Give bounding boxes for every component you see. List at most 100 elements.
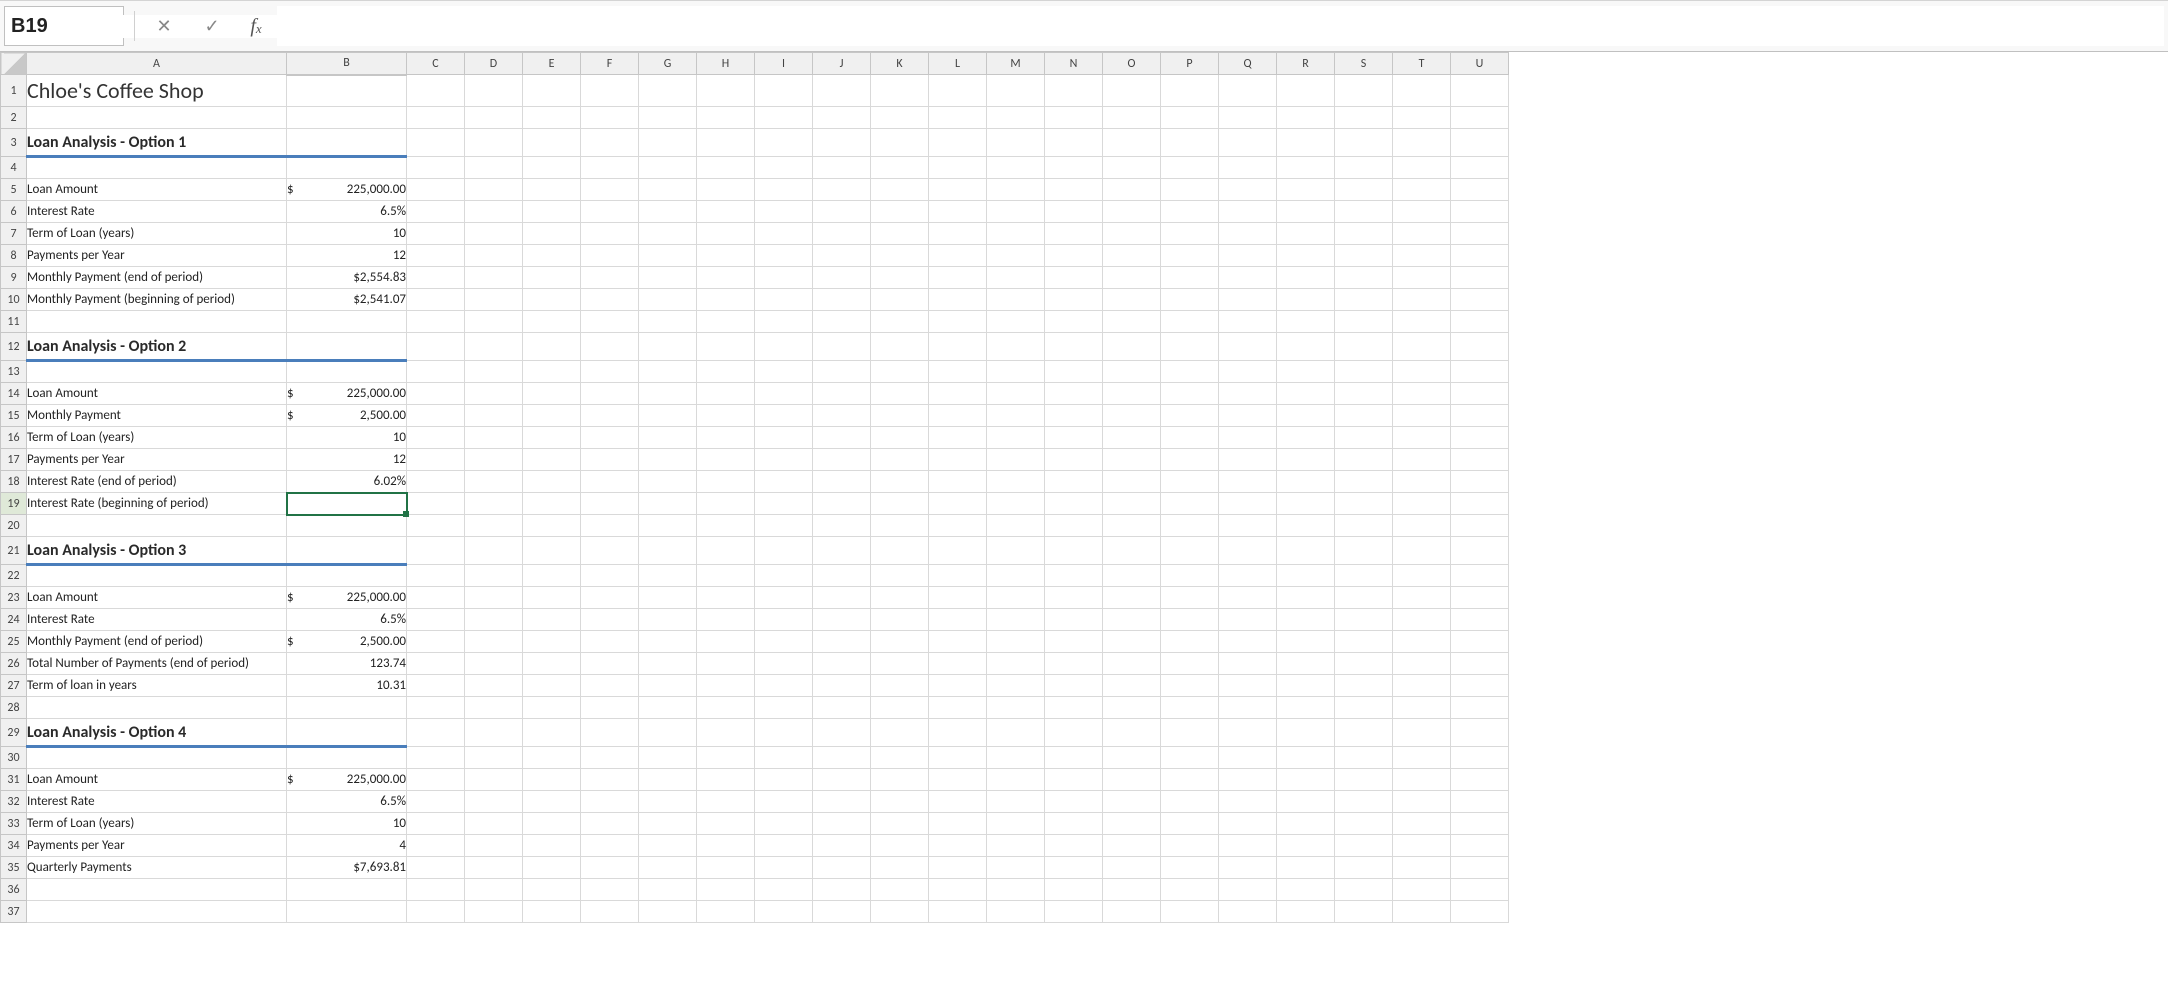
cell-Q5[interactable] <box>1219 179 1277 201</box>
cell-K14[interactable] <box>871 383 929 405</box>
cell-N31[interactable] <box>1045 769 1103 791</box>
cell-D33[interactable] <box>465 813 523 835</box>
row-header[interactable]: 29 <box>1 719 27 747</box>
cell-M34[interactable] <box>987 835 1045 857</box>
cell-S26[interactable] <box>1335 653 1393 675</box>
cell-K9[interactable] <box>871 267 929 289</box>
cell-G6[interactable] <box>639 201 697 223</box>
cell-I19[interactable] <box>755 493 813 515</box>
cell-G17[interactable] <box>639 449 697 471</box>
cell-I35[interactable] <box>755 857 813 879</box>
row-header[interactable]: 27 <box>1 675 27 697</box>
cell-N17[interactable] <box>1045 449 1103 471</box>
cell-Q27[interactable] <box>1219 675 1277 697</box>
cell-J12[interactable] <box>813 333 871 361</box>
name-box-container[interactable]: ▴ ▾ <box>4 6 124 46</box>
cell-H6[interactable] <box>697 201 755 223</box>
cell-H4[interactable] <box>697 157 755 179</box>
cell-U6[interactable] <box>1451 201 1509 223</box>
cell-Q3[interactable] <box>1219 129 1277 157</box>
cell-M2[interactable] <box>987 107 1045 129</box>
cell-O2[interactable] <box>1103 107 1161 129</box>
cell-K35[interactable] <box>871 857 929 879</box>
cell-R24[interactable] <box>1277 609 1335 631</box>
row-header[interactable]: 10 <box>1 289 27 311</box>
cell-T4[interactable] <box>1393 157 1451 179</box>
row-header[interactable]: 2 <box>1 107 27 129</box>
cell-C34[interactable] <box>407 835 465 857</box>
cell-F35[interactable] <box>581 857 639 879</box>
cell-R32[interactable] <box>1277 791 1335 813</box>
cell-M18[interactable] <box>987 471 1045 493</box>
cell-N3[interactable] <box>1045 129 1103 157</box>
cell-D28[interactable] <box>465 697 523 719</box>
cell-Q2[interactable] <box>1219 107 1277 129</box>
cell-O10[interactable] <box>1103 289 1161 311</box>
cell-I11[interactable] <box>755 311 813 333</box>
cell-B17[interactable]: 12 <box>287 449 407 471</box>
cell-F23[interactable] <box>581 587 639 609</box>
cell-L23[interactable] <box>929 587 987 609</box>
cell-U27[interactable] <box>1451 675 1509 697</box>
cell-Q10[interactable] <box>1219 289 1277 311</box>
cell-N12[interactable] <box>1045 333 1103 361</box>
cell-K32[interactable] <box>871 791 929 813</box>
row-header[interactable]: 4 <box>1 157 27 179</box>
cell-G37[interactable] <box>639 901 697 923</box>
cell-N11[interactable] <box>1045 311 1103 333</box>
cell-J21[interactable] <box>813 537 871 565</box>
cell-F1[interactable] <box>581 75 639 107</box>
row-header[interactable]: 34 <box>1 835 27 857</box>
cell-L14[interactable] <box>929 383 987 405</box>
cell-C21[interactable] <box>407 537 465 565</box>
cell-A6[interactable]: Interest Rate <box>27 201 287 223</box>
cell-O35[interactable] <box>1103 857 1161 879</box>
cell-P23[interactable] <box>1161 587 1219 609</box>
cell-T18[interactable] <box>1393 471 1451 493</box>
cell-A21[interactable]: Loan Analysis - Option 3 <box>27 537 287 565</box>
cell-U16[interactable] <box>1451 427 1509 449</box>
cell-G32[interactable] <box>639 791 697 813</box>
cell-O24[interactable] <box>1103 609 1161 631</box>
cell-D32[interactable] <box>465 791 523 813</box>
row-header[interactable]: 3 <box>1 129 27 157</box>
cell-R20[interactable] <box>1277 515 1335 537</box>
cell-J11[interactable] <box>813 311 871 333</box>
cell-B1[interactable] <box>287 75 407 107</box>
cell-R1[interactable] <box>1277 75 1335 107</box>
cell-Q22[interactable] <box>1219 565 1277 587</box>
cell-K11[interactable] <box>871 311 929 333</box>
cell-A27[interactable]: Term of loan in years <box>27 675 287 697</box>
cell-A24[interactable]: Interest Rate <box>27 609 287 631</box>
cell-H8[interactable] <box>697 245 755 267</box>
cell-F9[interactable] <box>581 267 639 289</box>
cell-P15[interactable] <box>1161 405 1219 427</box>
cell-A13[interactable] <box>27 361 287 383</box>
cell-L35[interactable] <box>929 857 987 879</box>
cell-F22[interactable] <box>581 565 639 587</box>
cell-K23[interactable] <box>871 587 929 609</box>
cell-A15[interactable]: Monthly Payment <box>27 405 287 427</box>
cell-E8[interactable] <box>523 245 581 267</box>
cell-E19[interactable] <box>523 493 581 515</box>
cell-C23[interactable] <box>407 587 465 609</box>
cell-K6[interactable] <box>871 201 929 223</box>
cell-I24[interactable] <box>755 609 813 631</box>
cell-G12[interactable] <box>639 333 697 361</box>
cell-A18[interactable]: Interest Rate (end of period) <box>27 471 287 493</box>
cell-J36[interactable] <box>813 879 871 901</box>
cell-T24[interactable] <box>1393 609 1451 631</box>
cell-S4[interactable] <box>1335 157 1393 179</box>
cell-C4[interactable] <box>407 157 465 179</box>
cell-S32[interactable] <box>1335 791 1393 813</box>
cell-S18[interactable] <box>1335 471 1393 493</box>
cell-O29[interactable] <box>1103 719 1161 747</box>
cell-P18[interactable] <box>1161 471 1219 493</box>
cell-L37[interactable] <box>929 901 987 923</box>
cell-K37[interactable] <box>871 901 929 923</box>
cell-R4[interactable] <box>1277 157 1335 179</box>
cell-K16[interactable] <box>871 427 929 449</box>
cell-S16[interactable] <box>1335 427 1393 449</box>
cell-G2[interactable] <box>639 107 697 129</box>
cell-I5[interactable] <box>755 179 813 201</box>
